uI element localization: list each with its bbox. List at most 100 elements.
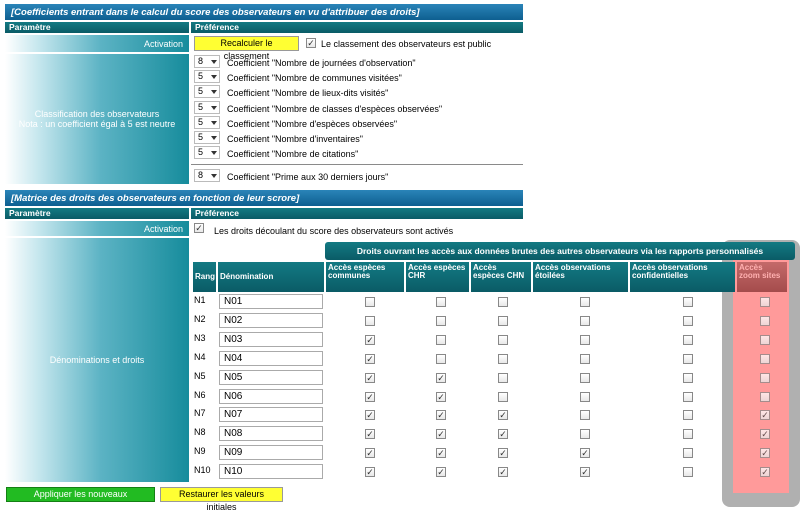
denomination-input[interactable]: N04: [219, 350, 323, 366]
header-acces-communes: Accès espèces communes: [326, 262, 404, 292]
checkbox-acces-etoilees[interactable]: [580, 391, 590, 402]
checkbox-acces-chr[interactable]: ✓: [436, 448, 446, 459]
checkbox-acces-communes[interactable]: ✓: [365, 334, 375, 345]
checkbox-acces-chn[interactable]: ✓: [498, 448, 508, 459]
checkbox-acces-etoilees[interactable]: [580, 334, 590, 345]
checkbox-acces-confidentielles[interactable]: [683, 353, 693, 364]
coefficient-select[interactable]: 5: [194, 100, 220, 114]
checkbox-acces-chn[interactable]: ✓: [498, 429, 508, 440]
coefficient-value: 5: [198, 132, 204, 142]
row-rank: N9: [194, 446, 206, 457]
row-rank: N8: [194, 427, 206, 438]
checkbox-acces-confidentielles[interactable]: [683, 372, 693, 383]
checkbox-acces-confidentielles[interactable]: [683, 410, 693, 421]
denomination-input[interactable]: N10: [219, 464, 323, 480]
coefficient-select[interactable]: 8: [194, 55, 220, 68]
checkbox-acces-chn[interactable]: ✓: [498, 467, 508, 478]
checkbox-acces-etoilees[interactable]: [580, 372, 590, 383]
denomination-input[interactable]: N07: [219, 407, 323, 423]
header-acces-etoilees: Accès observations étoilées: [533, 262, 628, 292]
checkbox-acces-zoom[interactable]: [760, 315, 770, 326]
checkbox-acces-chr[interactable]: [436, 315, 446, 326]
checkbox-acces-confidentielles[interactable]: [683, 334, 693, 345]
checkbox-acces-chn[interactable]: [498, 391, 508, 402]
checkbox-acces-confidentielles[interactable]: [683, 429, 693, 440]
section2-pref-header: Préférence: [191, 208, 523, 219]
prime-coefficient-label: Coefficient "Prime aux 30 derniers jours…: [227, 172, 389, 182]
denomination-input[interactable]: N08: [219, 426, 323, 442]
checkbox-acces-communes[interactable]: ✓: [365, 391, 375, 402]
checkbox-acces-confidentielles[interactable]: [683, 391, 693, 402]
coefficient-label: Coefficient "Nombre de classes d'espèces…: [227, 103, 443, 114]
checkbox-acces-communes[interactable]: ✓: [365, 372, 375, 383]
checkbox-acces-etoilees[interactable]: [580, 353, 590, 364]
checkbox-acces-etoilees[interactable]: [580, 315, 590, 326]
checkbox-acces-confidentielles[interactable]: [683, 297, 693, 307]
section2-activation-label: Activation: [5, 221, 189, 236]
checkbox-acces-confidentielles[interactable]: [683, 467, 693, 478]
checkbox-acces-etoilees[interactable]: ✓: [580, 467, 590, 478]
apply-button[interactable]: Appliquer les nouveaux paramètres: [6, 487, 155, 512]
checkbox-acces-communes[interactable]: ✓: [365, 410, 375, 421]
checkbox-acces-chn[interactable]: [498, 353, 508, 364]
coefficient-value: 5: [198, 116, 204, 127]
section1-pref-header: Préférence: [191, 22, 523, 33]
denomination-input[interactable]: N01: [219, 294, 323, 309]
checkbox-acces-etoilees[interactable]: [580, 297, 590, 307]
checkbox-acces-chr[interactable]: ✓: [436, 372, 446, 383]
checkbox-acces-zoom[interactable]: [760, 372, 770, 383]
coefficient-select[interactable]: 5: [194, 131, 220, 144]
checkbox-acces-confidentielles[interactable]: [683, 448, 693, 459]
prime-coefficient-select[interactable]: 8: [194, 169, 220, 182]
checkbox-acces-zoom[interactable]: [760, 353, 770, 364]
recalculate-button[interactable]: Recalculer le classement: [194, 36, 299, 61]
checkbox-acces-zoom[interactable]: [760, 334, 770, 345]
rights-activation-checkbox[interactable]: ✓: [194, 223, 204, 233]
checkbox-acces-etoilees[interactable]: ✓: [580, 448, 590, 459]
coefficient-select[interactable]: 5: [194, 85, 220, 99]
coefficient-select[interactable]: 5: [194, 115, 220, 129]
checkbox-acces-communes[interactable]: ✓: [365, 448, 375, 459]
checkbox-acces-chr[interactable]: [436, 297, 446, 307]
checkbox-acces-chr[interactable]: [436, 353, 446, 364]
checkbox-acces-zoom[interactable]: ✓: [760, 448, 770, 459]
checkbox-acces-chr[interactable]: ✓: [436, 467, 446, 478]
denominations-label: Dénominations et droits: [5, 238, 189, 482]
checkbox-acces-zoom[interactable]: ✓: [760, 410, 770, 421]
coefficient-select[interactable]: 5: [194, 146, 220, 160]
checkbox-acces-chr[interactable]: ✓: [436, 391, 446, 402]
checkbox-acces-chn[interactable]: [498, 372, 508, 383]
checkbox-acces-etoilees[interactable]: [580, 410, 590, 421]
coefficient-label: Coefficient "Nombre d'inventaires": [227, 134, 364, 144]
restore-button[interactable]: Restaurer les valeurs initiales: [160, 487, 283, 512]
header-acces-chn: Accès espèces CHN: [471, 262, 531, 292]
checkbox-acces-chr[interactable]: [436, 334, 446, 345]
denomination-input[interactable]: N06: [219, 388, 323, 404]
checkbox-acces-communes[interactable]: [365, 297, 375, 307]
coefficient-select[interactable]: 5: [194, 70, 220, 84]
checkbox-acces-communes[interactable]: ✓: [365, 467, 375, 478]
denomination-input[interactable]: N02: [219, 312, 323, 328]
checkbox-acces-zoom[interactable]: [760, 391, 770, 402]
checkbox-acces-chn[interactable]: [498, 334, 508, 345]
checkbox-acces-communes[interactable]: [365, 315, 375, 326]
checkbox-acces-chr[interactable]: ✓: [436, 429, 446, 440]
checkbox-acces-chn[interactable]: ✓: [498, 410, 508, 421]
checkbox-acces-etoilees[interactable]: [580, 429, 590, 440]
checkbox-acces-communes[interactable]: ✓: [365, 353, 375, 364]
denomination-input[interactable]: N09: [219, 445, 323, 461]
checkbox-acces-chn[interactable]: [498, 297, 508, 307]
denomination-input[interactable]: N05: [219, 369, 323, 385]
denomination-input[interactable]: N03: [219, 331, 323, 347]
checkbox-acces-confidentielles[interactable]: [683, 315, 693, 326]
checkbox-acces-chn[interactable]: [498, 315, 508, 326]
checkbox-acces-communes[interactable]: ✓: [365, 429, 375, 440]
public-ranking-checkbox[interactable]: ✓: [306, 38, 316, 48]
checkbox-acces-zoom[interactable]: ✓: [760, 429, 770, 440]
row-rank: N5: [194, 370, 206, 381]
checkbox-acces-zoom[interactable]: [760, 297, 770, 307]
row-rank: N3: [194, 332, 206, 343]
checkbox-acces-zoom[interactable]: ✓: [760, 467, 770, 478]
chevron-down-icon: [211, 60, 217, 64]
checkbox-acces-chr[interactable]: ✓: [436, 410, 446, 421]
